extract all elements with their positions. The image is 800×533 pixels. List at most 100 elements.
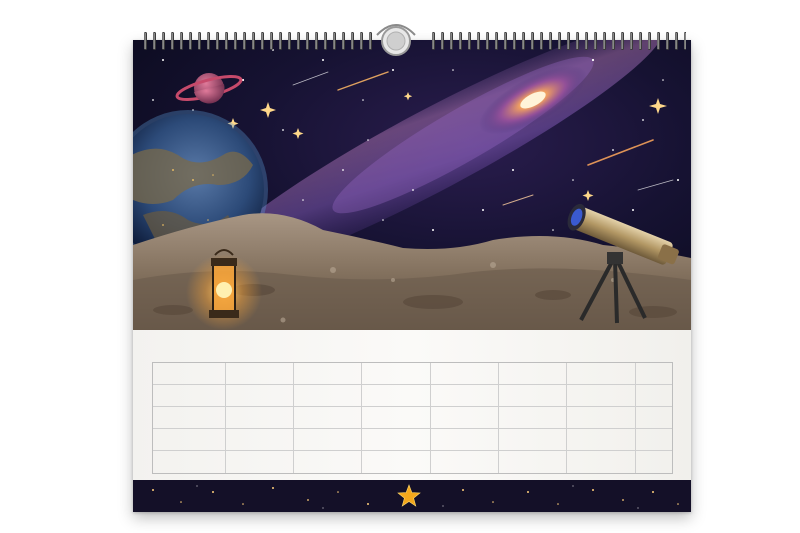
binding-coil-highlight [153, 33, 155, 49]
binding-coil-highlight [576, 33, 578, 49]
grid-row [153, 363, 672, 385]
calendar-grid-area [133, 330, 691, 480]
binding-coil-highlight [675, 33, 677, 49]
grid-row [153, 407, 672, 429]
space-scene-illustration [133, 40, 691, 330]
grid-cell [153, 451, 226, 473]
binding-coil-highlight [657, 33, 659, 49]
grid-cell [294, 385, 362, 406]
binding-coil-highlight [621, 33, 623, 49]
binding-coil-highlight [504, 33, 506, 49]
grid-row [153, 451, 672, 473]
binding-coil-highlight [306, 33, 308, 49]
binding-coil-highlight [261, 33, 263, 49]
wall-calendar [133, 40, 691, 512]
binding-coil-highlight [351, 33, 353, 49]
grid-cell [153, 363, 226, 384]
binding-coil-highlight [225, 33, 227, 49]
grid-cell [226, 407, 294, 428]
grid-cell [499, 407, 567, 428]
binding-coil-highlight [486, 33, 488, 49]
binding-coil-highlight [567, 33, 569, 49]
binding-coil-highlight [144, 33, 146, 49]
binding-coil-highlight [450, 33, 452, 49]
grid-row [153, 429, 672, 451]
grid-cell [294, 363, 362, 384]
binding-coil-highlight [558, 33, 560, 49]
grid-row [153, 385, 672, 407]
star-icon [397, 484, 421, 507]
binding-coil-highlight [522, 33, 524, 49]
grid-cell [362, 429, 431, 450]
binding-coil-highlight [495, 33, 497, 49]
binding-coil-highlight [540, 33, 542, 49]
binding-coil-highlight [513, 33, 515, 49]
grid-cell [567, 429, 636, 450]
calendar-hanger [376, 24, 416, 56]
binding-coil-highlight [459, 33, 461, 49]
grid-cell [636, 429, 672, 450]
binding-coil-highlight [432, 33, 434, 49]
binding-coil-highlight [441, 33, 443, 49]
grid-cell [499, 429, 567, 450]
grid-cell [362, 363, 431, 384]
binding-coil-highlight [333, 33, 335, 49]
binding-coil-highlight [207, 33, 209, 49]
binding-coil-highlight [639, 33, 641, 49]
grid-cell [636, 385, 672, 406]
binding-coil-highlight [648, 33, 650, 49]
binding-coil-highlight [180, 33, 182, 49]
grid-cell [226, 363, 294, 384]
date-grid [152, 362, 673, 474]
binding-coil-highlight [252, 33, 254, 49]
binding-coil-highlight [684, 33, 686, 49]
binding-coil-highlight [216, 33, 218, 49]
binding-coil-highlight [234, 33, 236, 49]
grid-cell [226, 451, 294, 473]
grid-cell [294, 429, 362, 450]
grid-cell [153, 407, 226, 428]
binding-coil-highlight [549, 33, 551, 49]
grid-cell [362, 407, 431, 428]
grid-cell [226, 385, 294, 406]
binding-coil-highlight [612, 33, 614, 49]
grid-cell [636, 451, 672, 473]
binding-coil-highlight [315, 33, 317, 49]
grid-cell [294, 407, 362, 428]
binding-coil-highlight [666, 33, 668, 49]
binding-coil-highlight [468, 33, 470, 49]
grid-cell [294, 451, 362, 473]
binding-coil-highlight [360, 33, 362, 49]
binding-coil-highlight [369, 33, 371, 49]
grid-cell [499, 363, 567, 384]
binding-coil-highlight [585, 33, 587, 49]
grid-cell [567, 363, 636, 384]
binding-coil-highlight [288, 33, 290, 49]
binding-coil-highlight [243, 33, 245, 49]
grid-cell [226, 429, 294, 450]
binding-coil-highlight [477, 33, 479, 49]
grid-cell [153, 385, 226, 406]
binding-coil-highlight [324, 33, 326, 49]
grid-cell [153, 429, 226, 450]
binding-coil-highlight [198, 33, 200, 49]
binding-coil-highlight [630, 33, 632, 49]
binding-coil-highlight [297, 33, 299, 49]
grid-cell [499, 385, 567, 406]
grid-cell [636, 407, 672, 428]
calendar-footer-band [133, 480, 691, 512]
grid-cell [431, 363, 499, 384]
binding-coil-highlight [162, 33, 164, 49]
grid-cell [362, 385, 431, 406]
binding-coil-highlight [171, 33, 173, 49]
binding-coil-highlight [342, 33, 344, 49]
binding-coil-highlight [603, 33, 605, 49]
binding-coil-highlight [279, 33, 281, 49]
calendar-artwork [133, 40, 691, 330]
grid-cell [567, 407, 636, 428]
grid-cell [431, 407, 499, 428]
grid-cell [567, 451, 636, 473]
binding-coil-highlight [594, 33, 596, 49]
grid-cell [567, 385, 636, 406]
binding-coil-highlight [531, 33, 533, 49]
